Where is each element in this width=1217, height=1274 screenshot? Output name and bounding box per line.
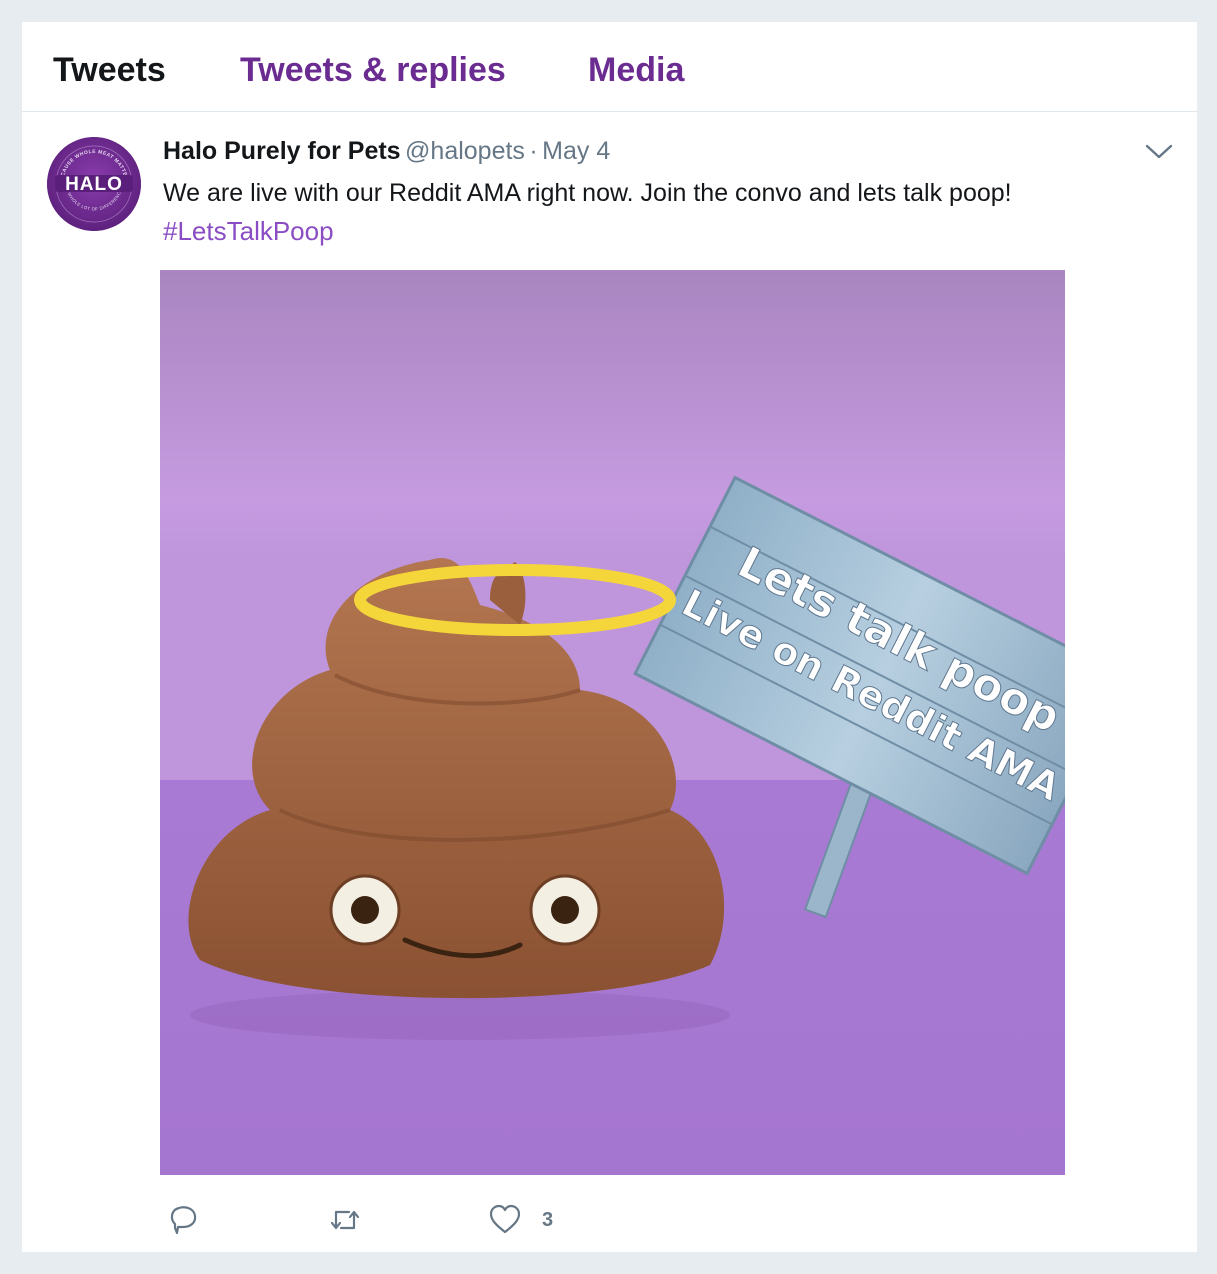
timeline-card: Tweets Tweets & replies Media BECAUSE WH… bbox=[22, 22, 1197, 1252]
tab-media[interactable]: Media bbox=[588, 50, 684, 90]
avatar-logo-text: HALO bbox=[65, 174, 123, 195]
retweet-icon[interactable] bbox=[327, 1202, 363, 1238]
hashtag-link[interactable]: #LetsTalkPoop bbox=[163, 212, 334, 250]
tab-tweets[interactable]: Tweets bbox=[53, 50, 166, 90]
author-name[interactable]: Halo Purely for Pets bbox=[163, 137, 401, 165]
heart-icon[interactable] bbox=[488, 1202, 522, 1238]
like-count: 3 bbox=[542, 1209, 554, 1231]
tweet-header: Halo Purely for Pets @halopets · May 4 bbox=[163, 134, 610, 168]
tweet-date[interactable]: May 4 bbox=[542, 137, 610, 165]
tweet-media[interactable]: Lets talk poop Live on Reddit AMA bbox=[160, 270, 1065, 1175]
avatar[interactable]: BECAUSE WHOLE MEAT MATTERS A WHOLE LOT O… bbox=[47, 137, 141, 231]
tab-tweets-and-replies[interactable]: Tweets & replies bbox=[240, 50, 506, 90]
chevron-down-icon[interactable] bbox=[1142, 140, 1176, 164]
reply-icon[interactable] bbox=[167, 1202, 201, 1238]
author-handle[interactable]: @halopets bbox=[405, 137, 525, 165]
poop-illustration: Lets talk poop Live on Reddit AMA bbox=[160, 270, 1065, 1175]
profile-tabs: Tweets Tweets & replies Media bbox=[22, 22, 1197, 112]
separator-dot: · bbox=[529, 137, 538, 165]
tweet-text: We are live with our Reddit AMA right no… bbox=[163, 179, 1012, 207]
